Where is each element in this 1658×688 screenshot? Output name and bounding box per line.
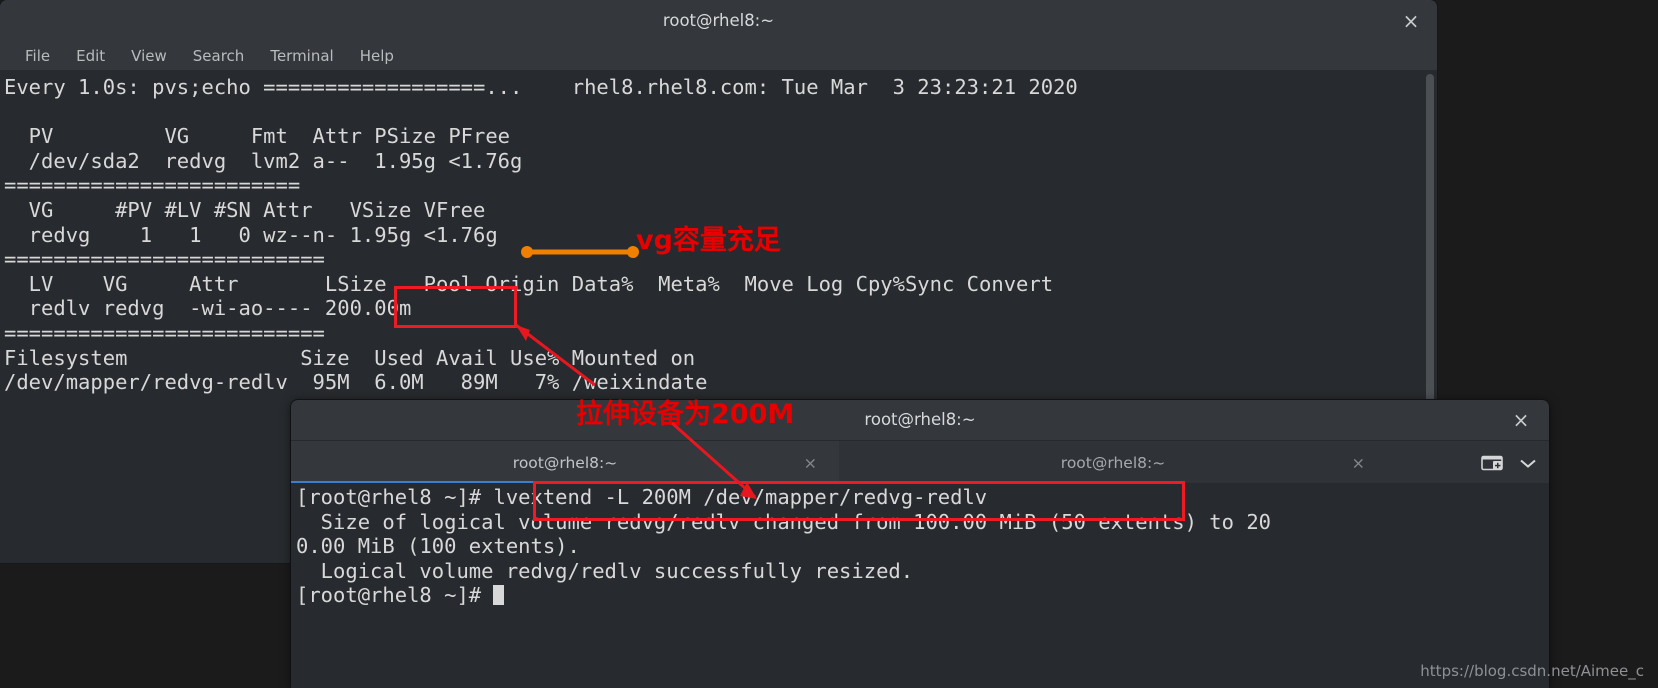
terminal-text-front: [root@rhel8 ~]# lvextend -L 200M /dev/ma…: [296, 485, 1271, 608]
menu-item-file[interactable]: File: [14, 45, 61, 67]
menu-item-view[interactable]: View: [120, 45, 178, 67]
terminal-cursor: [493, 585, 505, 606]
window-titlebar-front[interactable]: root@rhel8:~ ×: [291, 400, 1549, 440]
window-titlebar-back[interactable]: root@rhel8:~ ×: [0, 0, 1437, 41]
menubar: File Edit View Search Terminal Help: [0, 41, 1437, 71]
menu-item-help[interactable]: Help: [349, 45, 405, 67]
terminal-window-front[interactable]: root@rhel8:~ × root@rhel8:~ × root@rhel8…: [291, 400, 1549, 688]
tab-close-icon[interactable]: ×: [1352, 453, 1365, 472]
tabbar-actions: [1387, 441, 1549, 484]
menu-item-search[interactable]: Search: [182, 45, 256, 67]
tab-label: root@rhel8:~: [512, 453, 618, 472]
close-icon[interactable]: ×: [1509, 408, 1533, 432]
window-title-front: root@rhel8:~: [864, 410, 976, 429]
menu-item-edit[interactable]: Edit: [65, 45, 116, 67]
scrollbar-thumb[interactable]: [1426, 74, 1434, 419]
annotation-vg-capacity: vg容量充足: [636, 225, 781, 256]
terminal-text-front-body: [root@rhel8 ~]# lvextend -L 200M /dev/ma…: [296, 485, 1272, 608]
tab-root-rhel8-1[interactable]: root@rhel8:~ ×: [291, 441, 839, 484]
annotation-extend-device: 拉伸设备为200M: [576, 399, 795, 430]
tab-root-rhel8-2[interactable]: root@rhel8:~ ×: [839, 441, 1387, 484]
menu-item-terminal[interactable]: Terminal: [259, 45, 344, 67]
close-icon[interactable]: ×: [1399, 9, 1423, 33]
tab-label: root@rhel8:~: [1060, 453, 1166, 472]
tab-close-icon[interactable]: ×: [804, 453, 817, 472]
tab-bar: root@rhel8:~ × root@rhel8:~ ×: [291, 440, 1549, 484]
window-title-back: root@rhel8:~: [662, 11, 775, 30]
chevron-down-icon[interactable]: [1519, 457, 1537, 469]
terminal-text-back: Every 1.0s: pvs;echo ==================.…: [4, 75, 1078, 395]
terminal-output-front[interactable]: [root@rhel8 ~]# lvextend -L 200M /dev/ma…: [291, 483, 1549, 688]
watermark: https://blog.csdn.net/Aimee_c: [1420, 662, 1644, 680]
new-tab-icon[interactable]: [1481, 453, 1503, 473]
